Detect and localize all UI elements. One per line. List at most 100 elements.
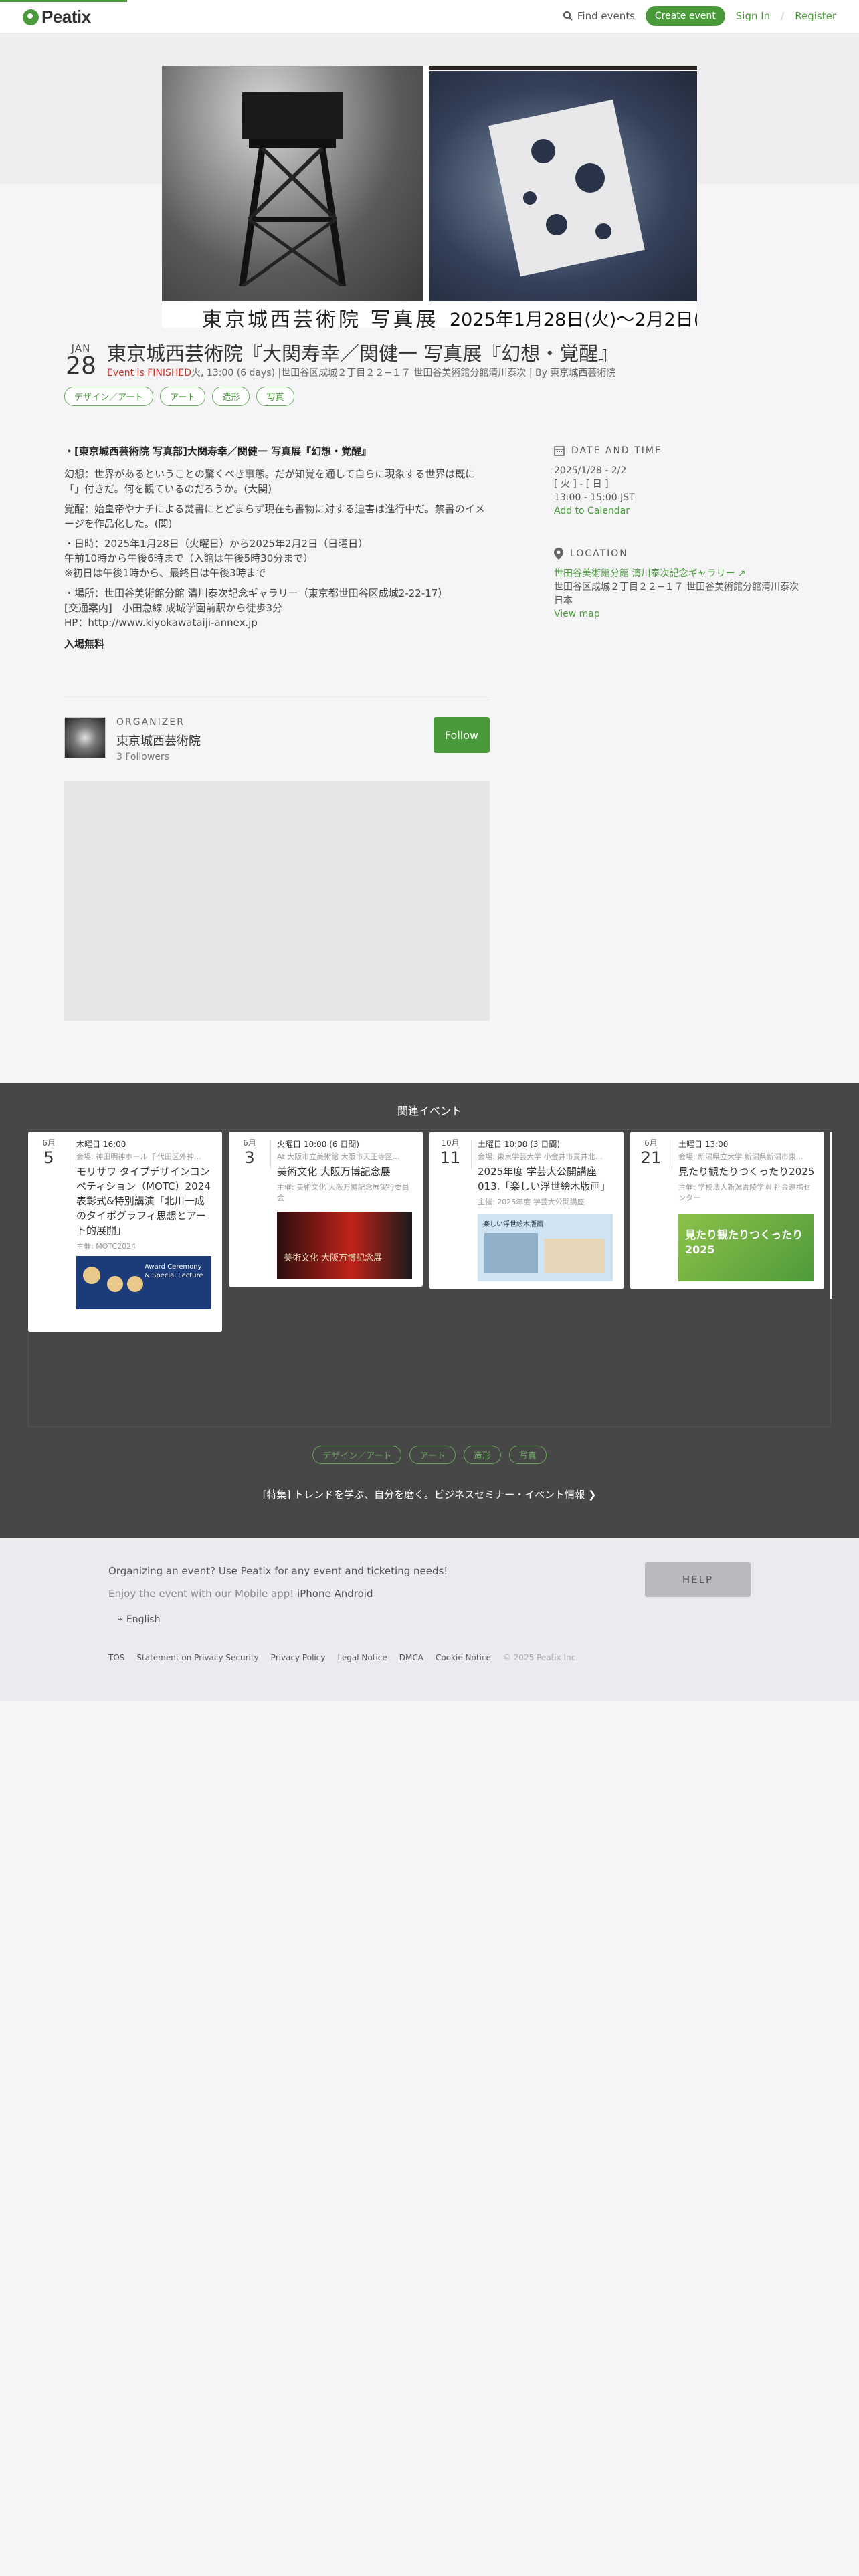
register-link[interactable]: Register [795, 10, 836, 22]
card-date: 10月 11 [440, 1138, 461, 1167]
date-days: [ 火 ] - [ 日 ] [554, 479, 609, 490]
page-footer: Organizing an event? Use Peatix for any … [0, 1538, 859, 1701]
find-events-label: Find events [577, 10, 635, 22]
description-hours: 午前10時から午後6時まで（入館は午後5時30分まで） [64, 552, 314, 564]
date-time-title: DATE AND TIME [554, 444, 801, 457]
cover-caption-right: 2025年1月28日(火)〜2月2日(日) [450, 310, 697, 328]
top-navbar: Peatix Find events Create event Sign In … [0, 0, 859, 33]
view-map-link[interactable]: View map [554, 607, 801, 621]
event-subline: Event is FINISHED火, 13:00 (6 days) |世田谷区… [107, 366, 615, 379]
language-selector[interactable]: ⌁ English [118, 1614, 160, 1625]
description-access: [交通案内] 小田急線 成城学園前駅から徒歩3分 [64, 602, 283, 614]
globe-icon: ⌁ [118, 1614, 124, 1625]
photo-top-border [430, 66, 697, 70]
event-cover-image: 東京城西芸術院 写真展 2025年1月28日(火)〜2月2日(日) [162, 66, 697, 328]
tag-photo[interactable]: 写真 [256, 387, 294, 406]
related-tag[interactable]: デザイン／アート [312, 1446, 402, 1464]
card-when: 土曜日 10:00 (3 日間) [478, 1140, 561, 1149]
event-finished-label: Event is FINISHED [107, 368, 192, 379]
organizer-label: ORGANIZER [116, 717, 185, 728]
event-description: ・[東京城西芸術院 写真部]大関寿幸／関健一 写真展『幻想・覚醒』 幻想：世界が… [64, 444, 490, 651]
tag-modeling[interactable]: 造形 [212, 387, 250, 406]
card-where: 会場: 新潟県立大学 新潟県新潟市東… [678, 1152, 803, 1161]
peatix-logo[interactable]: Peatix [23, 7, 91, 27]
event-meta: 火, 13:00 (6 days) |世田谷区成城２丁目２２−１７ 世田谷美術館… [191, 368, 616, 379]
organizing-promo[interactable]: Organizing an event? Use Peatix for any … [108, 1565, 448, 1577]
cover-caption-left: 東京城西芸術院 写真展 [202, 308, 439, 328]
location-section: LOCATION 世田谷美術館分館 清川泰次記念ギャラリー ↗ 世田谷区成城２丁… [554, 547, 801, 621]
card-info: 木曜日 16:00 会場: 神田明神ホール 千代田区外神… モリサワ タイプデザ… [76, 1138, 214, 1251]
date-time-section: DATE AND TIME 2025/1/28 - 2/2 [ 火 ] - [ … [554, 444, 801, 518]
card-title: モリサワ タイプデザインコンペティション（MOTC）2024表彰式&特別講演「北… [76, 1166, 211, 1237]
footer-link-legal[interactable]: Legal Notice [337, 1653, 387, 1662]
map-placeholder[interactable] [64, 781, 490, 1021]
organizer-followers: 3 Followers [116, 752, 169, 762]
android-link[interactable]: Android [334, 1588, 373, 1600]
related-tag[interactable]: 造形 [463, 1446, 501, 1464]
card-info: 火曜日 10:00 (6 日間) At 大阪市立美術館 大阪市天王寺区… 美術文… [277, 1138, 415, 1203]
card-host: 主催: 美術文化 大阪万博記念展実行委員会 [277, 1183, 409, 1202]
card-thumbnail: Award Ceremony & Special Lecture [76, 1256, 211, 1323]
feature-link[interactable]: [特集] トレンドを学ぶ、自分を磨く。ビジネスセミナー・イベント情報 ❯ [0, 1487, 859, 1501]
location-title: LOCATION [554, 547, 801, 560]
related-event-card[interactable]: 10月 11 土曜日 10:00 (3 日間) 会場: 東京学芸大学 小金井市貫… [430, 1132, 624, 1289]
card-thumbnail: 見たり観たりつくったり 2025 [678, 1214, 814, 1281]
card-host: 主催: MOTC2024 [76, 1242, 136, 1251]
event-day: 28 [66, 352, 96, 380]
date-range: 2025/1/28 - 2/2 [554, 465, 627, 476]
card-host: 主催: 学校法人新潟青陵学園 社会連携センター [678, 1183, 811, 1202]
map-pin-icon [554, 548, 563, 560]
related-event-card[interactable]: 6月 21 土曜日 13:00 会場: 新潟県立大学 新潟県新潟市東… 見たり観… [630, 1132, 824, 1289]
free-admission: 入場無料 [64, 638, 105, 650]
venue-address: 世田谷区成城２丁目２２−１７ 世田谷美術館分館清川泰次 日本 [554, 582, 799, 606]
footer-link-dmca[interactable]: DMCA [399, 1653, 423, 1662]
card-title: 見たり観たりつくったり2025 [678, 1166, 815, 1178]
card-thumbnail: 楽しい浮世絵木版画 [478, 1214, 613, 1281]
create-event-button[interactable]: Create event [645, 6, 725, 26]
event-tags: デザイン／アート アート 造形 写真 [64, 387, 294, 406]
tag-art[interactable]: アート [160, 387, 206, 406]
footer-link-cookie[interactable]: Cookie Notice [436, 1653, 491, 1662]
organizer-name[interactable]: 東京城西芸術院 [116, 732, 201, 749]
help-button[interactable]: HELP [645, 1562, 751, 1597]
calendar-icon [554, 446, 565, 456]
description-homepage: HP：http://www.kiyokawataiji-annex.jp [64, 617, 258, 629]
tag-design-art[interactable]: デザイン／アート [64, 387, 154, 406]
book-shape [488, 99, 645, 277]
description-venue: ・場所：世田谷美術館分館 清川泰次記念ギャラリー（東京都世田谷区成城2-22-1… [64, 587, 448, 599]
related-tag[interactable]: アート [409, 1446, 456, 1464]
description-paragraph: 覚醒：始皇帝やナチによる焚書にとどまらず現在も書物に対する迫害は進行中だ。禁書の… [64, 503, 485, 530]
card-info: 土曜日 10:00 (3 日間) 会場: 東京学芸大学 小金井市貫井北… 202… [478, 1138, 615, 1207]
search-icon [563, 11, 573, 21]
related-events-title: 関連イベント [397, 1105, 462, 1117]
book-photo [430, 71, 697, 301]
event-title: 東京城西芸術院『大関寿幸／関健一 写真展『幻想・覚醒』 [107, 342, 618, 365]
follow-button[interactable]: Follow [434, 717, 490, 753]
related-event-card[interactable]: 6月 5 木曜日 16:00 会場: 神田明神ホール 千代田区外神… モリサワ … [28, 1132, 222, 1332]
mobile-app-promo: Enjoy the event with our Mobile app! iPh… [108, 1588, 373, 1600]
footer-link-tos[interactable]: TOS [108, 1653, 124, 1662]
card-when: 土曜日 13:00 [678, 1140, 729, 1149]
card-title: 2025年度 学芸大公開講座013.「楽しい浮世絵木版画」 [478, 1166, 611, 1192]
date-time: 13:00 - 15:00 JST [554, 492, 635, 503]
card-date: 6月 3 [243, 1138, 256, 1167]
logo-text: Peatix [41, 7, 91, 27]
add-to-calendar-link[interactable]: Add to Calendar [554, 504, 801, 518]
related-event-card[interactable]: 6月 3 火曜日 10:00 (6 日間) At 大阪市立美術館 大阪市天王寺区… [229, 1132, 423, 1287]
related-tags: デザイン／アート アート 造形 写真 [0, 1446, 859, 1464]
copyright: © 2025 Peatix Inc. [502, 1653, 579, 1662]
footer-link-privacy-security[interactable]: Statement on Privacy Security [136, 1653, 258, 1662]
footer-link-privacy-policy[interactable]: Privacy Policy [271, 1653, 326, 1662]
peatix-logo-icon [23, 9, 39, 25]
next-card-edge [830, 1132, 832, 1299]
find-events-link[interactable]: Find events [563, 10, 635, 22]
organizer-avatar[interactable] [64, 717, 106, 758]
card-date: 6月 5 [42, 1138, 56, 1167]
card-host: 主催: 2025年度 学芸大公開講座 [478, 1198, 585, 1206]
sign-in-link[interactable]: Sign In [736, 10, 770, 22]
event-date-box: JAN 28 [66, 342, 96, 379]
brand-accent-line [0, 0, 127, 2]
venue-link[interactable]: 世田谷美術館分館 清川泰次記念ギャラリー ↗ [554, 567, 801, 580]
related-tag[interactable]: 写真 [508, 1446, 547, 1464]
iphone-link[interactable]: iPhone [297, 1588, 331, 1600]
